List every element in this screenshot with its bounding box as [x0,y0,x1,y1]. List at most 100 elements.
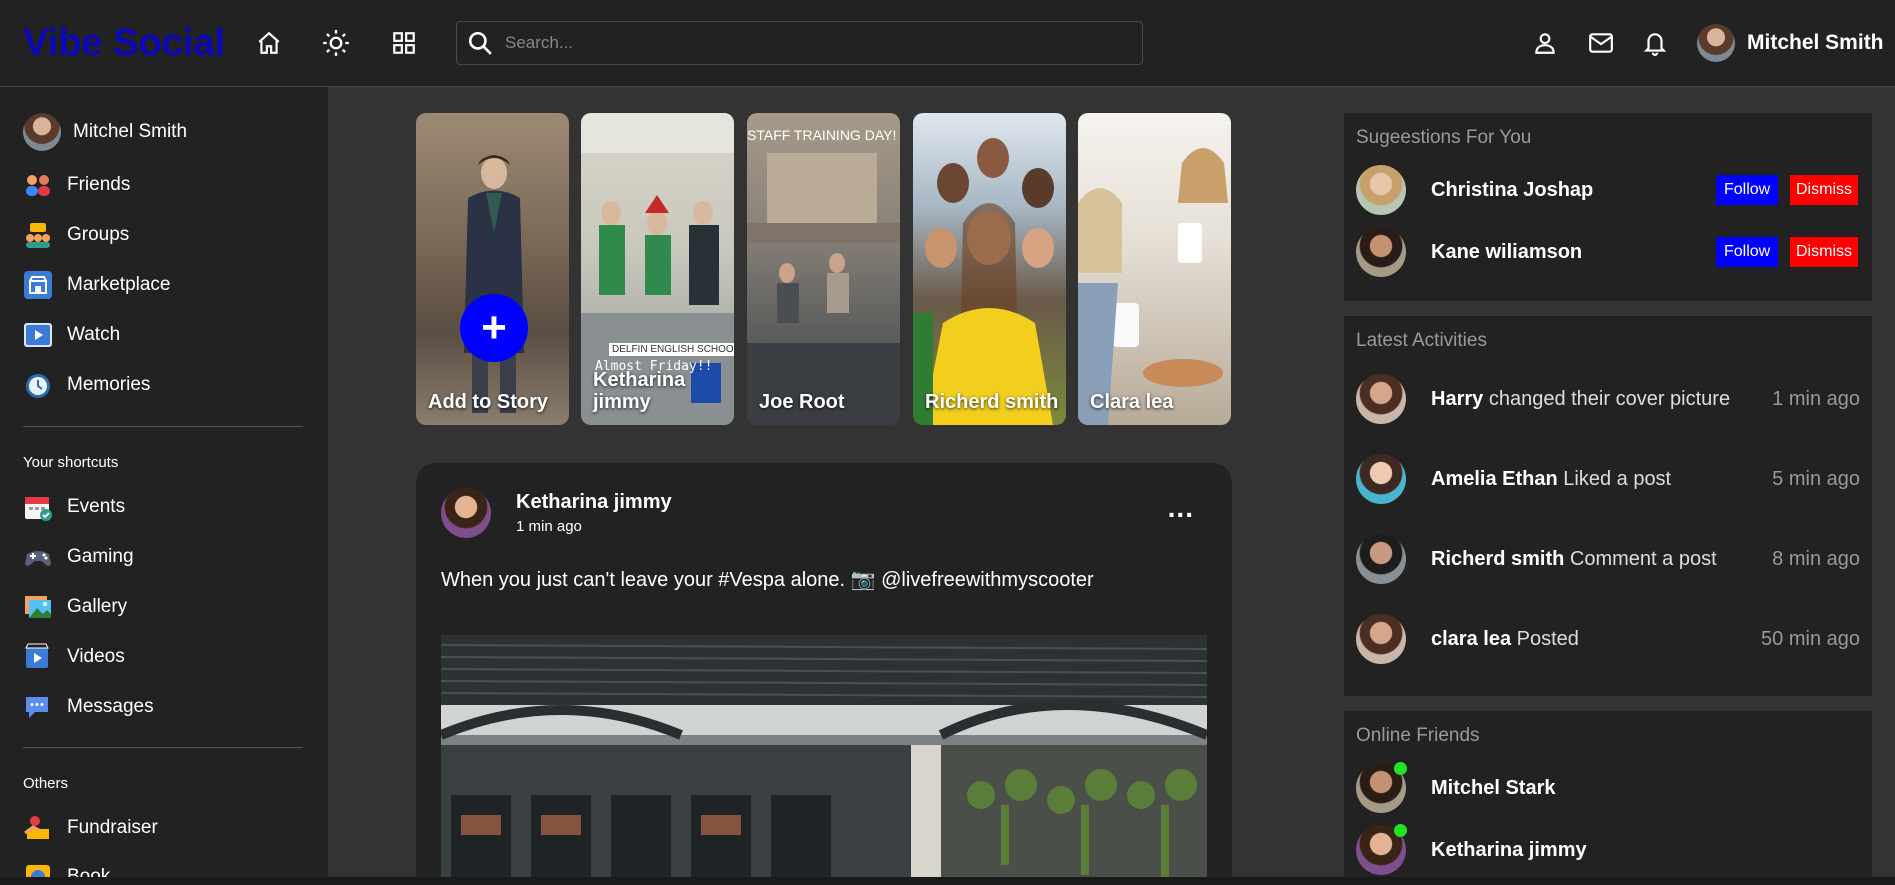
sidebar-item-events[interactable]: Events [23,487,125,527]
activity-item: clara lea Posted 50 min ago [1356,614,1860,664]
avatar[interactable] [1356,227,1406,277]
events-icon [23,492,53,522]
activity-user[interactable]: clara lea [1431,628,1511,650]
story-card[interactable]: Richerd smith [913,113,1066,425]
story-image [747,153,900,425]
story-name: Richerd smith [925,391,1059,413]
sidebar-item-label: Videos [67,646,125,667]
activity-user[interactable]: Amelia Ethan [1431,468,1558,490]
avatar [23,113,61,151]
sidebar-item-messages[interactable]: Messages [23,687,154,727]
horizontal-scrollbar[interactable] [0,877,1895,885]
story-card[interactable]: STAFF TRAINING DAY! Joe Root [747,113,900,425]
activity-action: Liked a post [1563,467,1672,490]
sidebar-item-groups[interactable]: Groups [23,215,129,255]
sidebar-item-gaming[interactable]: Gaming [23,537,134,577]
sidebar-item-gallery[interactable]: Gallery [23,587,127,627]
search-input[interactable] [505,33,1105,53]
sidebar-item-fundraiser[interactable]: Fundraiser [23,808,158,848]
avatar[interactable] [441,488,491,538]
user-menu[interactable]: Mitchel Smith [1697,24,1884,62]
avatar[interactable] [1356,614,1406,664]
suggestion-name[interactable]: Kane wiliamson [1431,241,1582,264]
more-options-icon[interactable]: ... [1168,494,1194,522]
sidebar-item-watch[interactable]: Watch [23,315,120,355]
story-card-add[interactable]: + Add to Story [416,113,569,425]
app-logo[interactable]: Vibe Social [23,22,225,65]
story-image [464,155,524,413]
sidebar-item-label: Gaming [67,546,134,567]
activity-user[interactable]: Richerd smith [1431,548,1564,570]
suggestions-title: Sugeestions For You [1356,127,1532,148]
follow-button[interactable]: Follow [1716,175,1779,205]
dismiss-button[interactable]: Dismiss [1790,175,1858,205]
activity-action: changed their cover picture [1488,387,1731,410]
story-image [1078,148,1228,425]
suggestion-item: Christina Joshap [1356,165,1593,215]
sidebar-item-marketplace[interactable]: Marketplace [23,265,171,305]
activity-time: 5 min ago [1772,467,1860,490]
dismiss-button[interactable]: Dismiss [1790,237,1858,267]
shortcuts-heading: Your shortcuts [23,454,119,471]
suggestion-name[interactable]: Christina Joshap [1431,179,1593,202]
left-sidebar: Mitchel Smith Friends Groups Marketplace… [0,87,328,885]
add-story-button[interactable]: + [460,294,528,362]
activity-user[interactable]: Harry [1431,388,1483,410]
home-icon[interactable] [254,28,284,58]
activity-time: 1 min ago [1772,387,1860,410]
bell-icon[interactable] [1640,28,1670,58]
avatar[interactable] [1356,374,1406,424]
avatar[interactable] [1356,534,1406,584]
grid-icon[interactable] [389,28,419,58]
online-status-dot [1394,762,1407,775]
sidebar-item-label: Gallery [67,596,128,617]
online-friend-item[interactable]: Ketharina jimmy [1356,824,1587,875]
story-image [913,138,1054,425]
post-card: Ketharina jimmy 1 min ago ... When you j… [416,463,1232,885]
sidebar-item-label: Friends [67,174,131,195]
post-photo [441,635,1207,885]
mail-icon[interactable] [1586,28,1616,58]
watch-icon [23,320,53,350]
sidebar-user-name: Mitchel Smith [73,121,188,142]
messages-icon [23,692,53,722]
post-author-name[interactable]: Ketharina jimmy [516,491,672,514]
post-header: Ketharina jimmy 1 min ago [441,488,672,538]
story-overlay: DELFIN ENGLISH SCHOOL [609,343,734,356]
suggestions-panel: Sugeestions For You Christina Joshap Fol… [1344,113,1872,301]
activity-time: 8 min ago [1772,547,1860,570]
sidebar-item-videos[interactable]: Videos [23,637,125,677]
avatar[interactable] [1356,454,1406,504]
gallery-icon [23,592,53,622]
story-name: Ketharina jimmy [593,369,686,413]
sun-icon[interactable] [321,28,351,58]
sidebar-user[interactable]: Mitchel Smith [23,112,187,152]
person-icon[interactable] [1530,28,1560,58]
follow-button[interactable]: Follow [1716,237,1779,267]
online-friend-name: Mitchel Stark [1431,776,1556,799]
search-bar[interactable] [456,21,1143,65]
story-name: Joe Root [759,391,845,413]
story-card[interactable]: Clara lea [1078,113,1231,425]
activity-time: 50 min ago [1761,627,1860,650]
others-heading: Others [23,775,69,792]
sidebar-item-memories[interactable]: Memories [23,365,150,405]
post-image[interactable] [441,635,1207,885]
sidebar-item-label: Marketplace [67,274,171,295]
memories-icon [23,370,53,400]
videos-icon [23,642,53,672]
story-card[interactable]: DELFIN ENGLISH SCHOOL Almost Friday!! Ke… [581,113,734,425]
post-time: 1 min ago [516,518,582,535]
user-name: Mitchel Smith [1747,31,1884,54]
avatar[interactable] [1356,165,1406,215]
activity-action: Posted [1516,627,1579,650]
divider [23,426,303,427]
sidebar-item-friends[interactable]: Friends [23,165,130,205]
online-friend-item[interactable]: Mitchel Stark [1356,762,1556,813]
online-status-dot [1394,824,1407,837]
sidebar-item-label: Fundraiser [67,817,158,838]
activities-title: Latest Activities [1356,330,1487,351]
sidebar-item-label: Memories [67,374,151,395]
groups-icon [23,220,53,250]
gaming-icon [23,542,53,572]
